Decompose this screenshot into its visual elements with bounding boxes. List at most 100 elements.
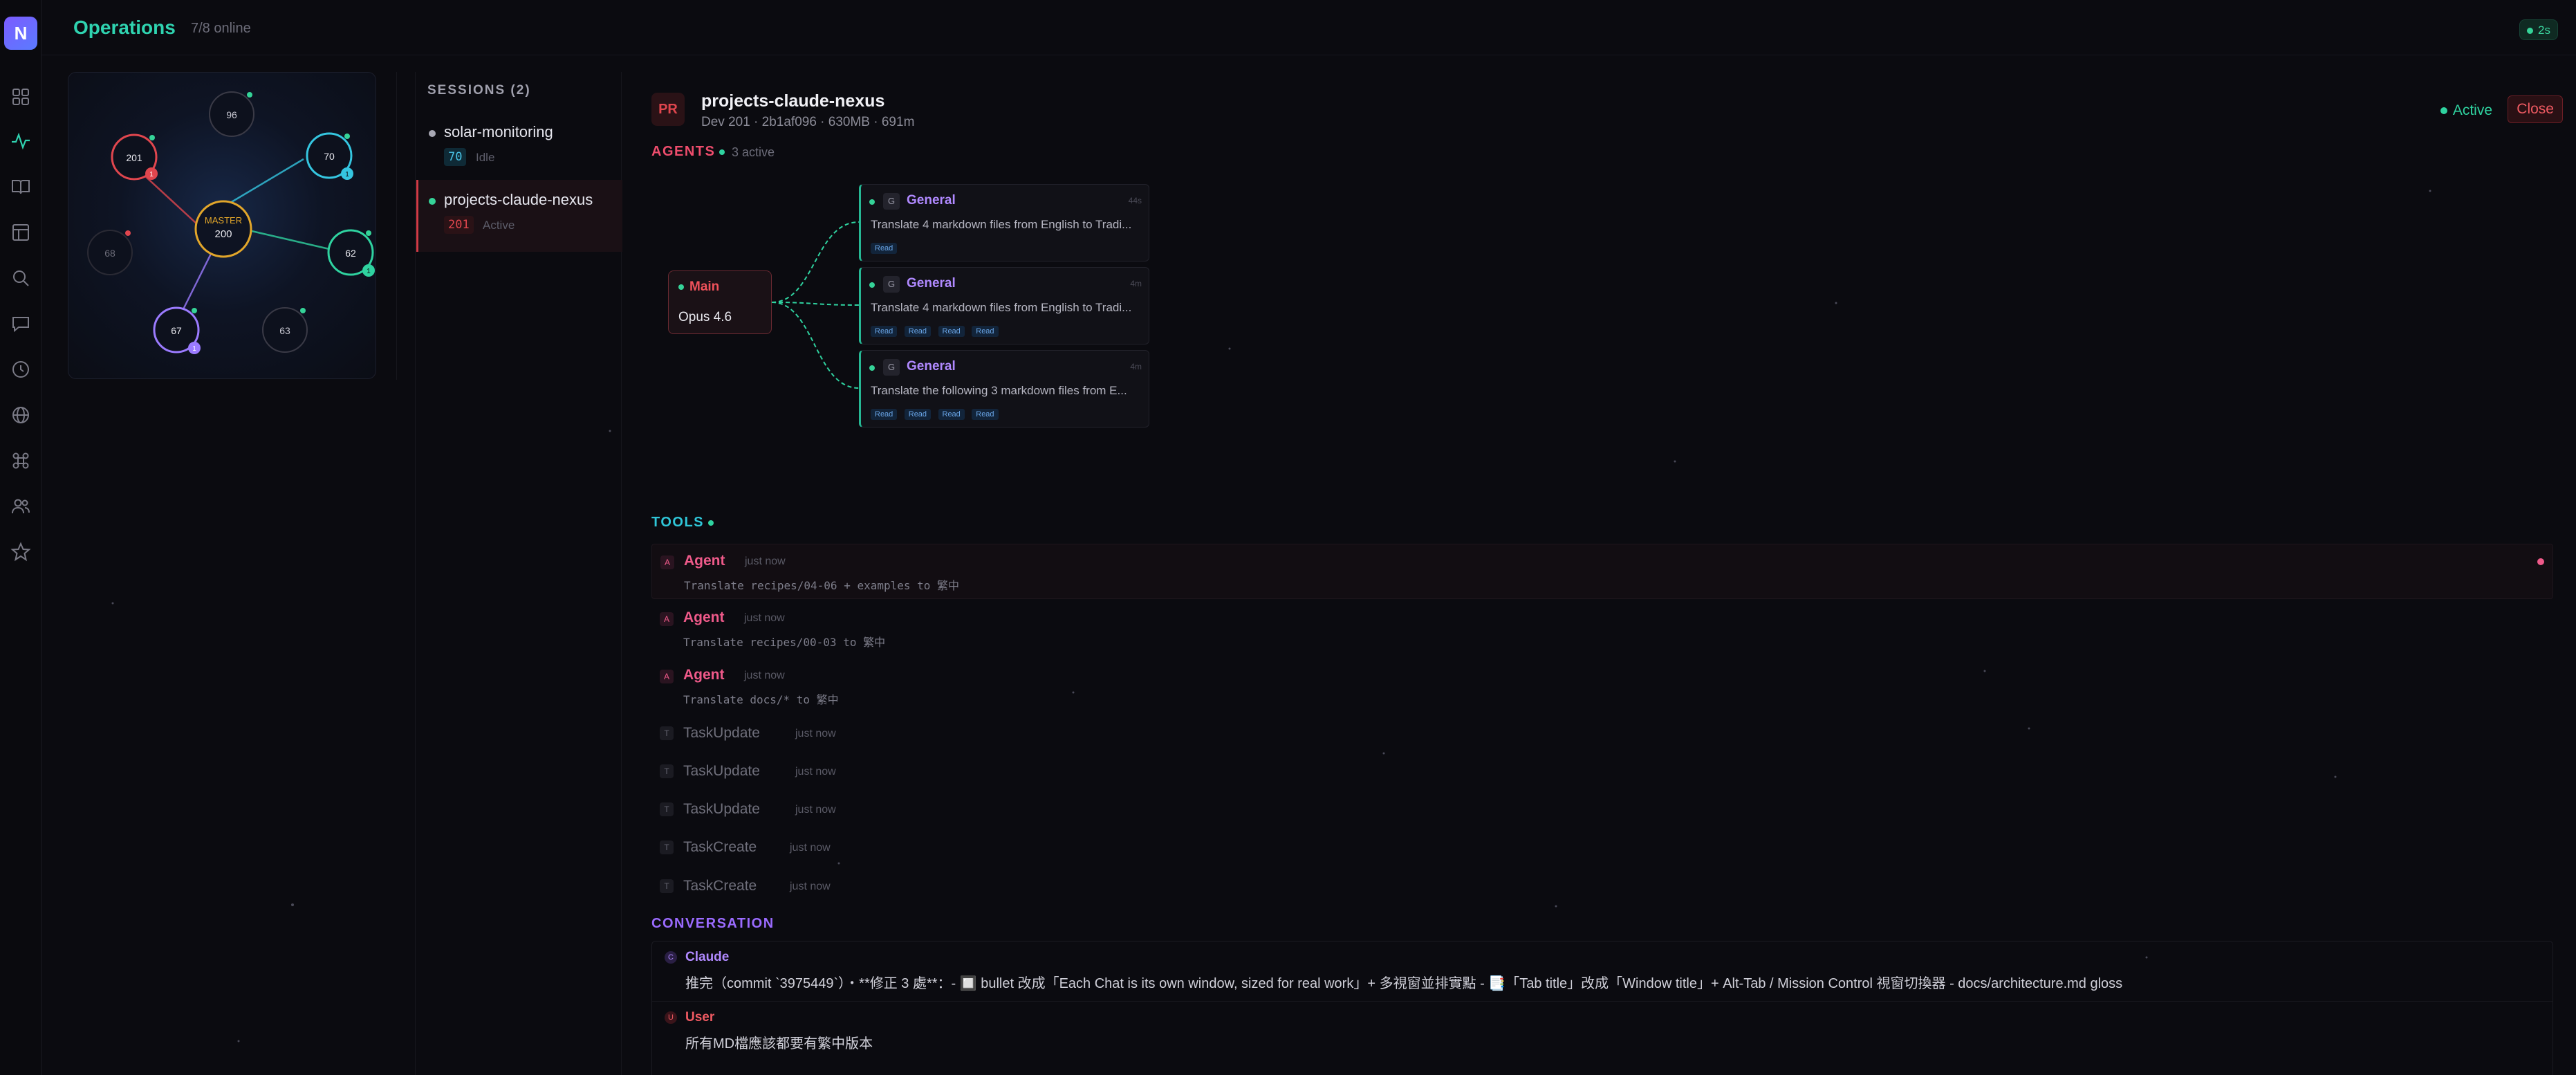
subagent-status-dot: [869, 365, 875, 371]
session-number-badge: 201: [444, 216, 474, 234]
grid-icon[interactable]: [10, 86, 32, 108]
tool-call-row[interactable]: T TaskCreate just now: [651, 870, 2553, 904]
session-name: solar-monitoring: [444, 123, 553, 140]
node-96-label: 96: [226, 109, 237, 120]
conversation-message: U User 所有MD檔應該都要有繁中版本: [652, 1001, 2552, 1051]
task-tool-icon: T: [660, 726, 674, 740]
tool-pill: Read: [938, 326, 965, 337]
subagent-status-dot: [869, 199, 875, 205]
search-icon[interactable]: [10, 267, 32, 289]
tool-time: just now: [795, 766, 836, 778]
clock-icon[interactable]: [10, 358, 32, 380]
tool-time: just now: [744, 612, 785, 624]
conversation-section-label: CONVERSATION: [651, 916, 775, 931]
agent-tool-icon: A: [660, 555, 674, 569]
top-header: Operations 7/8 online 2s: [41, 0, 2576, 55]
subagent-task: Translate 4 markdown files from English …: [871, 301, 1132, 314]
tool-name: Agent: [684, 553, 725, 569]
main-agent-label: Main: [689, 279, 720, 294]
tool-pill: Read: [871, 409, 898, 420]
session-item-solar-monitoring[interactable]: solar-monitoring 70 Idle: [416, 112, 622, 184]
subagent-type-icon: G: [883, 276, 900, 293]
activity-icon[interactable]: [10, 130, 32, 152]
claude-avatar-icon: C: [665, 951, 677, 964]
task-tool-icon: T: [660, 764, 674, 778]
layout-icon[interactable]: [10, 221, 32, 244]
tool-call-row[interactable]: T TaskUpdate just now: [651, 717, 2553, 751]
tool-pill: Read: [871, 326, 898, 337]
tool-description: Translate recipes/04-06 + examples to 繁中: [684, 579, 960, 592]
tool-pill: Read: [972, 326, 999, 337]
chat-icon[interactable]: [10, 313, 32, 335]
message-author: User: [685, 1010, 715, 1025]
subagent-elapsed: 4m: [1130, 362, 1142, 371]
main-agent-model: Opus 4.6: [678, 310, 732, 324]
tool-call-row[interactable]: A Agent just now Translate docs/* to 繁中: [651, 659, 2553, 714]
node-201-label: 201: [126, 152, 142, 163]
subagent-elapsed: 4m: [1130, 279, 1142, 288]
app-logo[interactable]: N: [4, 17, 37, 50]
node-201-badge: 1: [149, 171, 154, 178]
subagent-task: Translate 4 markdown files from English …: [871, 218, 1132, 231]
node-62-label: 62: [345, 248, 356, 259]
tool-description: Translate recipes/00-03 to 繁中: [683, 636, 886, 649]
tool-call-row[interactable]: T TaskUpdate just now: [651, 793, 2553, 827]
tool-time: just now: [790, 842, 831, 854]
running-indicator-dot: [2537, 558, 2544, 565]
tool-name: TaskUpdate: [683, 725, 760, 741]
main-agent-node[interactable]: Main Opus 4.6: [668, 270, 772, 334]
subagent-card[interactable]: G General 44s Translate 4 markdown files…: [859, 184, 1149, 261]
agents-active-count: 3 active: [732, 145, 775, 159]
tool-name: Agent: [683, 609, 725, 625]
tool-call-row[interactable]: T TaskUpdate just now: [651, 755, 2553, 789]
tools-live-dot: [708, 520, 714, 526]
tool-pill: Read: [904, 326, 932, 337]
tool-time: just now: [795, 728, 836, 739]
subagent-tool-pills: Read Read Read Read: [871, 324, 1003, 337]
project-status: Active: [2440, 102, 2492, 119]
task-tool-icon: T: [660, 802, 674, 816]
subagent-card[interactable]: G General 4m Translate the following 3 m…: [859, 350, 1149, 428]
globe-icon[interactable]: [10, 404, 32, 426]
tool-time: just now: [744, 670, 785, 681]
session-item-projects-claude-nexus[interactable]: projects-claude-nexus 201 Active: [416, 180, 622, 252]
app-logo-letter: N: [14, 22, 28, 44]
user-avatar-icon: U: [665, 1011, 677, 1024]
left-rail: N: [0, 0, 41, 1075]
tool-description: Translate docs/* to 繁中: [683, 693, 839, 706]
tool-name: TaskCreate: [683, 839, 757, 855]
node-70-label: 70: [324, 151, 335, 162]
tool-pill: Read: [871, 243, 898, 254]
tool-call-row[interactable]: A Agent just now Translate recipes/04-06…: [651, 544, 2553, 599]
tool-name: TaskUpdate: [683, 763, 760, 779]
overview-graph-column: MASTER 200 96 201 1 70 1 68 62 1 67 1 63: [48, 72, 397, 380]
page-title: Operations: [73, 17, 176, 38]
sessions-title: SESSIONS (2): [427, 83, 531, 98]
tools-section-label: TOOLS: [651, 515, 705, 530]
node-67-label: 67: [171, 325, 182, 336]
users-icon[interactable]: [10, 495, 32, 517]
session-detail-panel: PR projects-claude-nexus Dev 201 · 2b1af…: [635, 72, 2566, 1075]
subagent-card[interactable]: G General 4m Translate 4 markdown files …: [859, 267, 1149, 344]
refresh-interval-badge[interactable]: 2s: [2519, 19, 2558, 40]
command-icon[interactable]: [10, 450, 32, 472]
subagent-type-icon: G: [883, 359, 900, 376]
tool-call-row[interactable]: T TaskCreate just now: [651, 831, 2553, 865]
tool-name: TaskCreate: [683, 878, 757, 894]
subagent-name: General: [907, 193, 956, 208]
agent-network-graph[interactable]: MASTER 200 96 201 1 70 1 68 62 1 67 1 63: [68, 72, 376, 379]
subagent-status-dot: [869, 282, 875, 288]
project-badge: PR: [651, 93, 685, 126]
node-70-badge: 1: [345, 171, 349, 178]
tool-pill: Read: [972, 409, 999, 420]
tool-call-row[interactable]: A Agent just now Translate recipes/00-03…: [651, 601, 2553, 656]
close-button[interactable]: Close: [2508, 95, 2563, 123]
subagent-name: General: [907, 359, 956, 374]
conversation-log[interactable]: C Claude 推完（commit `3975449`）・**修正 3 處**…: [651, 941, 2553, 1075]
book-icon[interactable]: [10, 176, 32, 198]
star-icon[interactable]: [10, 541, 32, 563]
column-divider: [415, 72, 416, 1075]
node-63-label: 63: [279, 325, 290, 336]
message-author: Claude: [685, 950, 730, 964]
session-state: Idle: [476, 151, 495, 164]
